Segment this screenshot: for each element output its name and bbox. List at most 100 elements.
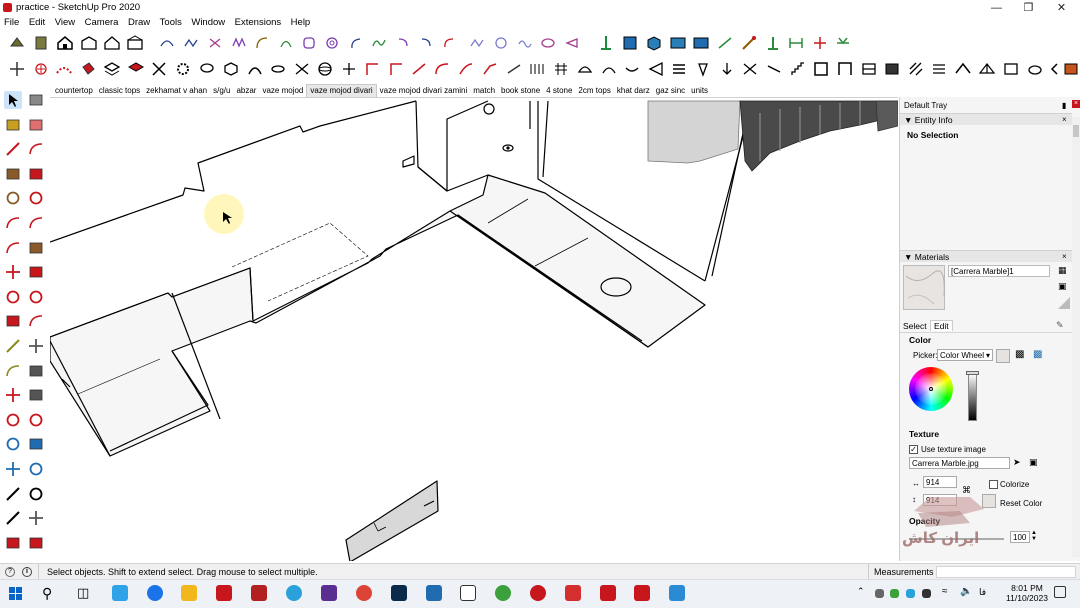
chamfer-icon[interactable]	[481, 60, 499, 78]
slice-icon[interactable]	[741, 60, 759, 78]
arc2-tool-icon[interactable]	[27, 214, 45, 232]
color-wheel[interactable]	[909, 367, 953, 411]
notifications-icon[interactable]	[1054, 586, 1066, 598]
value-slider-thumb[interactable]	[966, 371, 979, 375]
arrow-tool-icon[interactable]	[563, 34, 581, 52]
app-blue-icon[interactable]	[426, 585, 442, 601]
position-camera-tool-icon[interactable]	[4, 485, 22, 503]
file-explorer-icon[interactable]	[181, 585, 197, 601]
wall2-icon[interactable]	[883, 60, 901, 78]
sphere-icon[interactable]	[316, 60, 334, 78]
construction-icon[interactable]	[8, 34, 26, 52]
scene-tab[interactable]: classic tops	[96, 85, 143, 97]
corner2-icon[interactable]	[387, 60, 405, 78]
scene-tab[interactable]: book stone	[498, 85, 543, 97]
layout-tool-icon[interactable]	[669, 34, 687, 52]
shell2-icon[interactable]	[836, 60, 854, 78]
push-pull-tool-icon[interactable]	[27, 263, 45, 281]
language-indicator[interactable]: فا	[979, 587, 986, 598]
zoom-window-tool-icon[interactable]	[27, 435, 45, 453]
dimension-tool-icon[interactable]	[27, 337, 45, 355]
scene-tab[interactable]: countertop	[52, 85, 96, 97]
arc-tool-icon[interactable]	[158, 34, 176, 52]
wave-tool-icon[interactable]	[230, 34, 248, 52]
eraser2-tool-icon[interactable]	[27, 116, 45, 134]
hook2-tool-icon[interactable]	[417, 34, 435, 52]
mesh-icon[interactable]	[552, 60, 570, 78]
menu-window[interactable]: Window	[191, 16, 225, 30]
hook-tool-icon[interactable]	[394, 34, 412, 52]
chrome-icon[interactable]	[356, 585, 372, 601]
sketchup2-taskbar-icon[interactable]	[600, 585, 616, 601]
home-outline-icon[interactable]	[103, 34, 121, 52]
scene-tab[interactable]: 2cm tops	[575, 85, 613, 97]
menu-view[interactable]: View	[55, 16, 75, 30]
sandbox-tool-icon[interactable]	[4, 534, 22, 552]
stack-icon[interactable]	[670, 60, 688, 78]
stairs-icon[interactable]	[789, 60, 807, 78]
scene-tab[interactable]: vaze mojod	[259, 85, 306, 97]
model-viewport[interactable]	[50, 97, 898, 561]
hook3-tool-icon[interactable]	[440, 34, 458, 52]
hatch-icon[interactable]	[907, 60, 925, 78]
chevron-up-icon[interactable]: ⌃	[857, 586, 865, 597]
stretch-tool-icon[interactable]	[787, 34, 805, 52]
visual-studio-icon[interactable]	[321, 585, 337, 601]
scene-tab[interactable]: match	[470, 85, 498, 97]
wifi-icon[interactable]: ≈	[942, 586, 948, 597]
edge-icon[interactable]	[147, 585, 163, 601]
follow-me-tool-icon[interactable]	[27, 288, 45, 306]
sample-paint-icon[interactable]	[1058, 297, 1070, 309]
box-tool-icon[interactable]	[645, 34, 663, 52]
tray-scrollbar-thumb[interactable]	[1073, 125, 1079, 137]
rectangle-tool-icon[interactable]	[4, 165, 22, 183]
sandbox2-tool-icon[interactable]	[27, 534, 45, 552]
menu-edit[interactable]: Edit	[29, 16, 45, 30]
telegram-icon[interactable]	[286, 585, 302, 601]
warehouse-icon[interactable]	[126, 34, 144, 52]
pdf-icon[interactable]	[565, 585, 581, 601]
entity-info-close-icon[interactable]: ×	[1062, 115, 1067, 124]
globe-icon[interactable]	[495, 585, 511, 601]
colorize-checkbox[interactable]	[989, 480, 998, 489]
frame2-icon[interactable]	[1002, 60, 1020, 78]
dots-icon[interactable]	[55, 60, 73, 78]
tray-close-icon[interactable]: ×	[1072, 100, 1080, 108]
brick-icon[interactable]	[1062, 60, 1080, 78]
circle-tool-icon[interactable]	[4, 189, 22, 207]
scissors-icon[interactable]	[150, 60, 168, 78]
eyedropper-icon[interactable]: ✎	[1056, 320, 1064, 331]
scene-tab[interactable]: vaze mojod divari	[306, 84, 377, 97]
corner-icon[interactable]	[363, 60, 381, 78]
scene-tab[interactable]: vaze mojod divari zamini	[377, 85, 471, 97]
lasso-icon[interactable]	[198, 60, 216, 78]
acrobat-icon[interactable]	[251, 585, 267, 601]
layout2-tool-icon[interactable]	[692, 34, 710, 52]
menu-draw[interactable]: Draw	[128, 16, 150, 30]
menu-camera[interactable]: Camera	[85, 16, 119, 30]
texture-width-field[interactable]: 914	[923, 476, 957, 488]
tray-clock[interactable]: 8:01 PM 11/10/2023	[1005, 583, 1049, 603]
tape-measure-tool-icon[interactable]	[4, 337, 22, 355]
align-tool-icon[interactable]	[597, 34, 615, 52]
app-box-icon[interactable]	[460, 585, 476, 601]
push2-icon[interactable]	[718, 60, 736, 78]
section-plane-tool-icon[interactable]	[27, 509, 45, 527]
scene-tab[interactable]: khat darz	[614, 85, 653, 97]
measurements-input[interactable]	[936, 566, 1076, 578]
close-button[interactable]: ✕	[1045, 0, 1078, 16]
scale-tool-icon[interactable]	[4, 312, 22, 330]
truss-icon[interactable]	[978, 60, 996, 78]
help-icon[interactable]: ?	[5, 567, 15, 577]
freehand-tool-icon[interactable]	[27, 140, 45, 158]
paint-bucket-icon[interactable]	[79, 60, 97, 78]
material-swatch-marble[interactable]	[903, 265, 945, 310]
loop-icon[interactable]	[269, 60, 287, 78]
knife-icon[interactable]	[765, 60, 783, 78]
match-screen-color-icon[interactable]: ▩	[1033, 349, 1042, 360]
sketchup-taskbar-icon[interactable]	[216, 585, 232, 601]
polyline-tool-icon[interactable]	[468, 34, 486, 52]
dimension-tool-icon[interactable]	[716, 34, 734, 52]
walk-tool-icon[interactable]	[4, 509, 22, 527]
opacity-stepper[interactable]: ▲ ▼	[1031, 530, 1037, 542]
